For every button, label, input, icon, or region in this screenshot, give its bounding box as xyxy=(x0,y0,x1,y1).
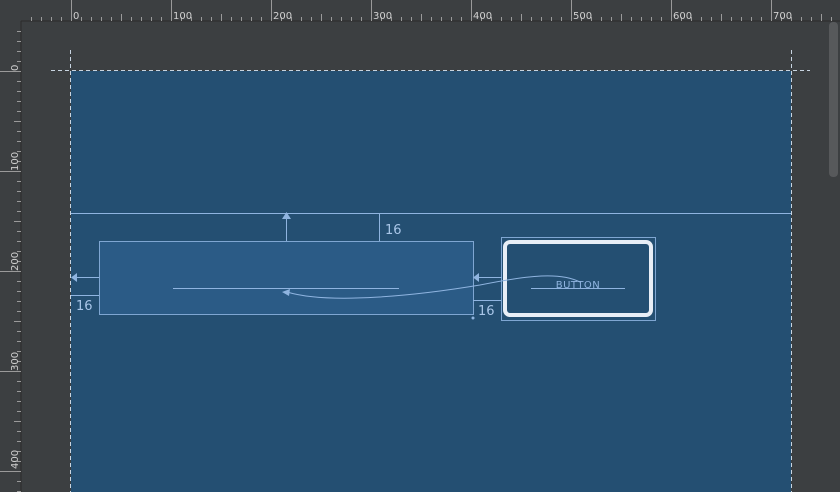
left-ruler-label: 0 xyxy=(10,65,21,71)
top-ruler-label: 300 xyxy=(373,11,392,22)
left-ruler-label: 300 xyxy=(10,352,21,371)
top-ruler-label: 100 xyxy=(173,11,192,22)
top-ruler xyxy=(0,0,840,21)
top-ruler-label: 200 xyxy=(273,11,292,22)
design-surface: 0 100 200 300 400 500 600 700 0 100 200 … xyxy=(0,0,840,492)
top-ruler-label: 400 xyxy=(473,11,492,22)
layout-editor: 0 100 200 300 400 500 600 700 0 100 200 … xyxy=(0,0,840,492)
left-ruler-label: 100 xyxy=(10,152,21,171)
left-ruler-label: 200 xyxy=(10,252,21,271)
top-ruler-label: 700 xyxy=(773,11,792,22)
top-ruler-label: 0 xyxy=(73,11,79,22)
left-ruler xyxy=(0,0,21,492)
margin-left-label: 16 xyxy=(76,299,93,314)
resize-handle[interactable] xyxy=(471,316,475,320)
edit-text-widget[interactable] xyxy=(99,241,474,315)
margin-button-label: 16 xyxy=(478,304,495,319)
top-ruler-label: 600 xyxy=(673,11,692,22)
top-ruler-label: 500 xyxy=(573,11,592,22)
margin-top-label: 16 xyxy=(385,223,402,238)
button-label: BUTTON xyxy=(556,280,601,291)
left-ruler-label: 400 xyxy=(10,450,21,469)
button-widget[interactable] xyxy=(503,240,653,317)
vertical-scrollbar-thumb[interactable] xyxy=(829,22,838,177)
